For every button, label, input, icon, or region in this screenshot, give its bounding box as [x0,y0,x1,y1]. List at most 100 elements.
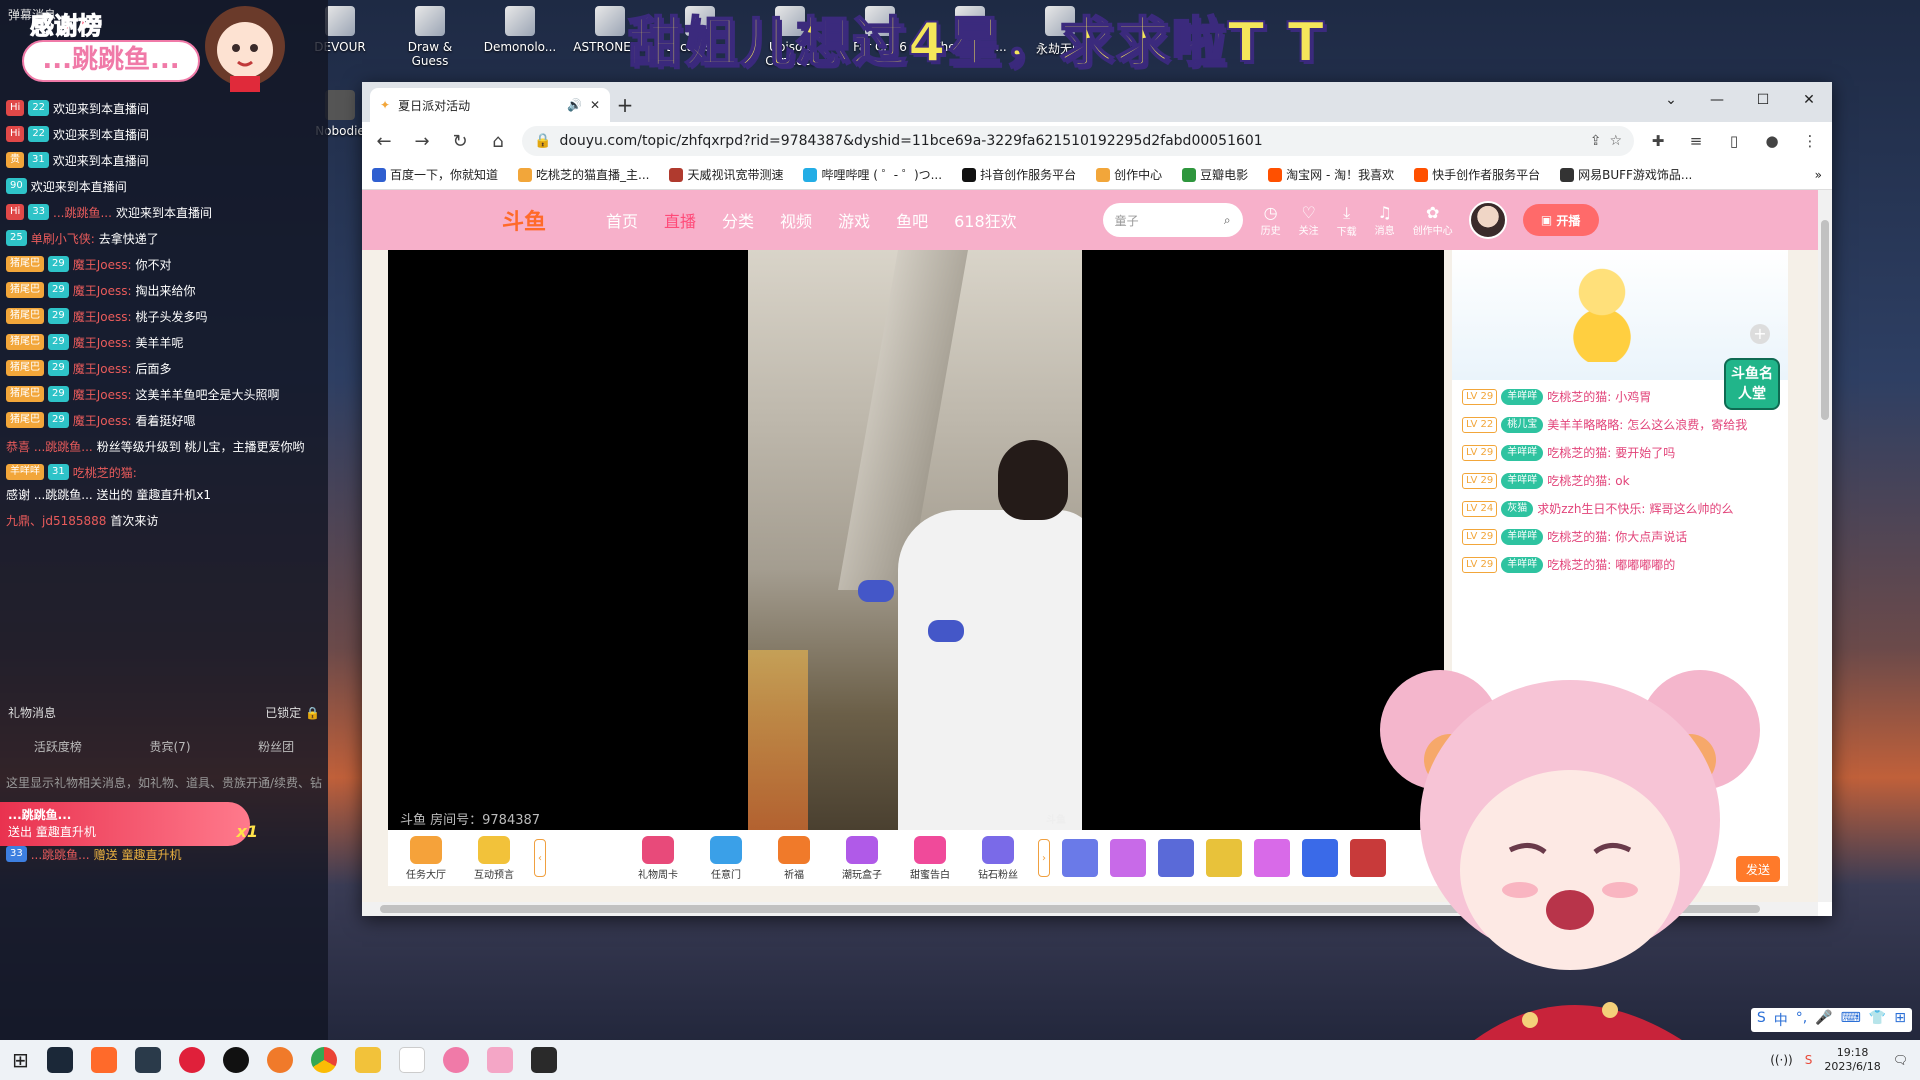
extensions-icon[interactable]: ✚ [1644,127,1672,155]
bookmark-item[interactable]: 豆瓣电影 [1182,166,1248,183]
giftbar-arrow-icon[interactable]: ‹ [534,839,546,877]
bookmark-item[interactable]: 快手创作者服务平台 [1414,166,1540,183]
netease-music-icon[interactable] [178,1047,205,1073]
forward-button[interactable]: → [408,127,436,155]
ime-button[interactable]: 🎤 [1815,1010,1832,1030]
gift-item-icon[interactable] [1254,839,1290,877]
file-icon[interactable] [398,1047,425,1073]
nav-item[interactable]: 视频 [780,208,812,232]
ime-button[interactable]: 👕 [1869,1010,1886,1030]
gift-item-icon[interactable] [1062,839,1098,877]
browser-tab[interactable]: ✦ 夏日派对活动 🔊 ✕ [370,88,610,122]
nav-item[interactable]: 游戏 [838,208,870,232]
speaker-icon[interactable]: 🔊 [567,98,582,112]
bookmark-item[interactable]: 网易BUFF游戏饰品... [1560,166,1692,183]
app-icon[interactable] [90,1047,117,1073]
clock[interactable]: 19:18 2023/6/18 [1824,1046,1880,1074]
address-bar[interactable]: 🔒 douyu.com/topic/zhfqxrpd?rid=9784387&d… [522,126,1634,156]
header-下载-button[interactable]: ⤓ 下载 [1337,203,1357,238]
ime-button[interactable]: ⌨ [1841,1010,1861,1030]
ime-button[interactable]: °, [1796,1010,1807,1030]
video-player[interactable]: 斗鱼 斗鱼 房间号：9784387 [388,250,1444,830]
bookmark-item[interactable]: 吃桃芝的猫直播_主... [518,166,649,183]
notification-icon[interactable]: 🗨 [1893,1053,1908,1067]
bookmark-item[interactable]: 天威视讯宽带测速 [669,166,783,183]
gift-lock-status[interactable]: 已锁定 🔒 [265,704,320,721]
more-bookmarks-icon[interactable]: » [1815,168,1822,182]
minimize-button[interactable]: — [1694,82,1740,118]
gift-item-icon[interactable] [1158,839,1194,877]
desktop-icon[interactable]: Draw & Guess [390,0,470,80]
app-icon-3[interactable] [266,1047,293,1073]
menu-icon[interactable]: ⋮ [1796,127,1824,155]
gift-item-icon[interactable] [1302,839,1338,877]
lock-icon[interactable]: 🔒 [534,133,551,149]
hall-of-fame-badge[interactable]: 斗鱼名人堂 [1724,358,1780,410]
bookmark-item[interactable]: 抖音创作服务平台 [962,166,1076,183]
douyu-logo[interactable]: 斗鱼 [502,202,582,238]
maximize-button[interactable]: ☐ [1740,82,1786,118]
gift-item-icon[interactable] [1110,839,1146,877]
sougou-icon[interactable]: S [1805,1053,1813,1067]
side-panel-icon[interactable]: ▯ [1720,127,1748,155]
nav-item[interactable]: 鱼吧 [896,208,928,232]
bookmark-star-icon[interactable]: ☆ [1609,133,1622,149]
ime-button[interactable]: ⊞ [1894,1010,1906,1030]
giftbar-item[interactable]: 礼物周卡 [630,835,686,881]
giftbar-item[interactable]: 互动预言 [466,835,522,881]
header-消息-button[interactable]: ♫ 消息 [1375,203,1395,238]
app-icon-7[interactable] [530,1047,557,1073]
nav-item[interactable]: 618狂欢 [954,208,1017,232]
chrome-icon[interactable] [310,1047,337,1073]
tab-vip[interactable]: 贵宾(7) [150,738,191,755]
user-avatar[interactable] [1468,201,1507,239]
tab-fan-club[interactable]: 粉丝团 [258,738,294,755]
bookmark-item[interactable]: 百度一下，你就知道 [372,166,498,183]
profile-icon[interactable]: ● [1758,127,1786,155]
header-创作中心-button[interactable]: ✿ 创作中心 [1413,203,1453,238]
close-window-button[interactable]: ✕ [1786,82,1832,118]
app-icon-4[interactable] [354,1047,381,1073]
add-icon[interactable]: + [1750,324,1770,344]
search-icon[interactable]: ⌕ [1224,213,1231,228]
giftbar-item[interactable]: 任意门 [698,835,754,881]
header-历史-button[interactable]: ◷ 历史 [1261,203,1281,238]
ime-button[interactable]: 中 [1774,1010,1788,1030]
home-button[interactable]: ⌂ [484,127,512,155]
back-button[interactable]: ← [370,127,398,155]
new-tab-button[interactable]: + [610,88,640,122]
ime-button[interactable]: S [1757,1010,1766,1030]
giftbar-item[interactable]: 潮玩盒子 [834,835,890,881]
app-icon-6[interactable] [486,1047,513,1073]
giftbar-arrow-icon[interactable]: › [1038,839,1050,877]
vertical-scrollbar[interactable] [1818,190,1832,902]
giftbar-item[interactable]: 祈福 [766,835,822,881]
start-live-button[interactable]: ▣ 开播 [1522,204,1599,236]
bookmark-item[interactable]: 创作中心 [1096,166,1162,183]
giftbar-item[interactable]: 钻石粉丝 [970,835,1026,881]
obs-icon[interactable] [134,1047,161,1073]
tab-search-icon[interactable]: ⌄ [1648,82,1694,118]
wifi-icon[interactable]: ((·)) [1770,1053,1793,1067]
app-icon-5[interactable] [442,1047,469,1073]
bookmark-item[interactable]: 淘宝网 - 淘！我喜欢 [1268,166,1394,183]
ime-toolbar[interactable]: S 中 °, 🎤 ⌨ 👕 ⊞ [1750,1008,1912,1032]
nav-item[interactable]: 首页 [606,208,638,232]
desktop-icon[interactable]: Demonolo... [480,0,560,80]
nav-item[interactable]: 分类 [722,208,754,232]
bookmark-item[interactable]: 哔哩哔哩 ( ゜- ゜)つ... [803,166,942,183]
start-button[interactable]: ⊞ [12,1048,29,1072]
search-input[interactable]: 童子 ⌕ [1102,203,1243,237]
steam-icon[interactable] [46,1047,73,1073]
giftbar-item[interactable]: 甜蜜告白 [902,835,958,881]
tab-activity-rank[interactable]: 活跃度榜 [34,738,82,755]
app-icon-2[interactable] [222,1047,249,1073]
share-icon[interactable]: ⇪ [1590,133,1602,149]
nav-item[interactable]: 直播 [664,208,696,232]
reading-list-icon[interactable]: ≡ [1682,127,1710,155]
close-tab-icon[interactable]: ✕ [590,98,600,112]
header-关注-button[interactable]: ♡ 关注 [1299,203,1319,238]
giftbar-item[interactable]: 任务大厅 [398,835,454,881]
reload-button[interactable]: ↻ [446,127,474,155]
gift-item-icon[interactable] [1206,839,1242,877]
